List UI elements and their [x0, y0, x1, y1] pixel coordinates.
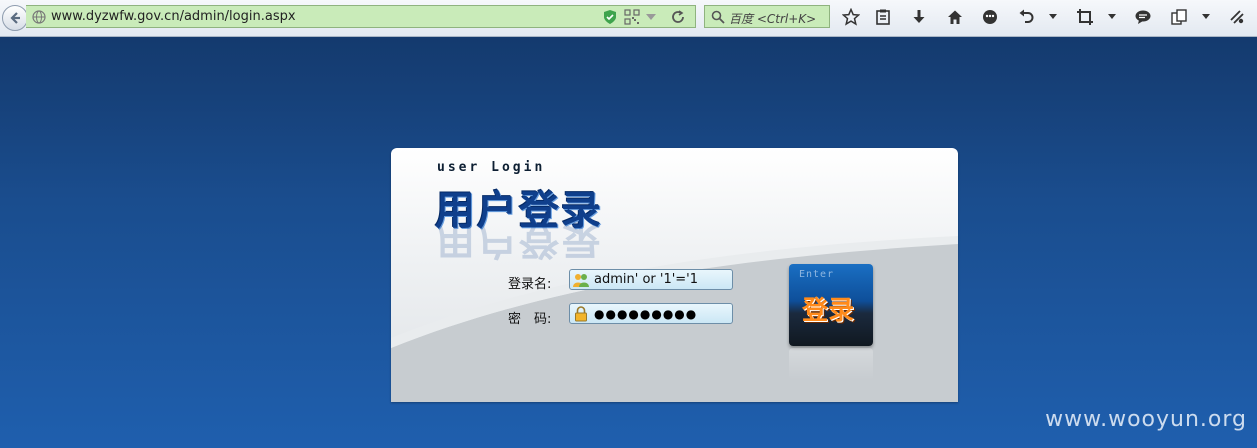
search-icon — [711, 10, 725, 24]
shield-icon[interactable] — [602, 9, 618, 25]
address-bar[interactable]: www.dyzwfw.gov.cn/admin/login.aspx — [26, 5, 696, 28]
qr-code-icon[interactable] — [624, 9, 640, 25]
home-icon[interactable] — [946, 8, 964, 26]
back-button[interactable] — [2, 5, 28, 31]
refresh-icon[interactable] — [670, 9, 686, 25]
star-icon[interactable] — [842, 8, 860, 26]
clipboard-icon[interactable] — [874, 8, 892, 26]
enter-button-reflection — [789, 348, 873, 380]
undo-icon[interactable] — [1017, 8, 1035, 26]
crop-icon[interactable] — [1076, 8, 1094, 26]
login-panel: user Login 用户登录 用户登录 登录名: admin' or '1'=… — [391, 148, 958, 402]
login-title-reflection: 用户登录 — [435, 216, 603, 262]
users-icon — [573, 274, 589, 287]
download-icon[interactable] — [910, 8, 928, 26]
page-background: user Login 用户登录 用户登录 登录名: admin' or '1'=… — [0, 37, 1257, 448]
copy-icon[interactable] — [1170, 8, 1188, 26]
dropdown-icon[interactable] — [646, 14, 656, 20]
watermark: www.wooyun.org — [1045, 407, 1247, 432]
copy-dropdown-icon[interactable] — [1202, 14, 1210, 19]
password-label: 密 码: — [508, 312, 552, 327]
globe-icon — [32, 10, 46, 24]
extension-icon[interactable] — [1228, 8, 1246, 26]
login-subtitle: user Login — [437, 160, 546, 175]
password-value: ●●●●●●●●● — [594, 307, 698, 321]
back-icon — [10, 12, 20, 24]
undo-dropdown-icon[interactable] — [1049, 14, 1057, 19]
login-submit-button[interactable]: Enter 登录 — [789, 264, 873, 346]
comment-icon[interactable] — [1134, 8, 1152, 26]
lock-icon — [575, 306, 587, 322]
crop-dropdown-icon[interactable] — [1108, 14, 1116, 19]
username-value: admin' or '1'='1 — [594, 272, 699, 287]
search-placeholder: 百度 <Ctrl+K> — [729, 12, 817, 26]
search-input[interactable]: 百度 <Ctrl+K> — [704, 5, 830, 28]
url-text: www.dyzwfw.gov.cn/admin/login.aspx — [51, 9, 296, 24]
enter-label: Enter — [799, 269, 835, 280]
enter-button-text: 登录 — [802, 296, 855, 326]
username-field[interactable]: admin' or '1'='1 — [569, 269, 733, 290]
browser-toolbar: www.dyzwfw.gov.cn/admin/login.aspx 百度 <C… — [0, 0, 1257, 37]
password-field[interactable]: ●●●●●●●●● — [569, 303, 733, 324]
chat-bubble-icon[interactable] — [981, 8, 999, 26]
username-label: 登录名: — [508, 277, 552, 292]
